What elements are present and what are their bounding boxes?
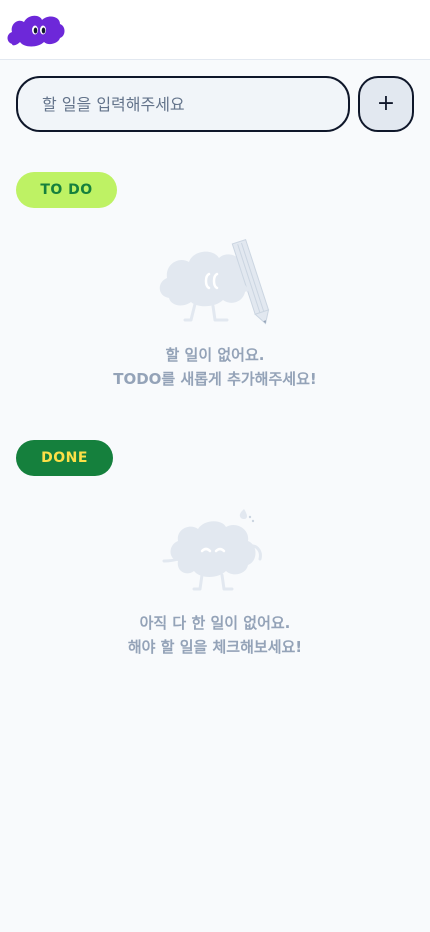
todo-empty-line1: 할 일이 없어요. — [165, 346, 265, 364]
done-empty-line1: 아직 다 한 일이 없어요. — [139, 614, 291, 632]
done-section-badge: DONE — [16, 440, 113, 476]
plus-icon: + — [376, 91, 396, 116]
done-empty-message: 아직 다 한 일이 없어요. 해야 할 일을 체크해보세요! — [0, 611, 430, 659]
add-todo-button[interactable]: + — [358, 76, 414, 132]
add-todo-form: + — [16, 76, 414, 132]
cloud-with-pencil-illustration — [159, 238, 270, 325]
todo-section-badge: TO DO — [16, 172, 117, 208]
sleepy-cloud-illustration — [162, 509, 262, 591]
cloud-eyes-logo-icon[interactable] — [4, 8, 68, 50]
todo-empty-message: 할 일이 없어요. TODO를 새롭게 추가해주세요! — [0, 343, 430, 391]
app-header — [0, 0, 430, 60]
done-empty-line2: 해야 할 일을 체크해보세요! — [127, 638, 303, 656]
todo-input[interactable] — [16, 76, 350, 132]
todo-empty-line2: TODO를 새롭게 추가해주세요! — [113, 370, 317, 388]
